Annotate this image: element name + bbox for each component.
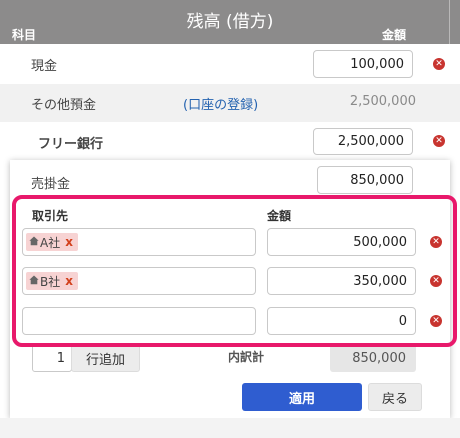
highlight-frame (12, 195, 457, 347)
account-column-header: 科目 (12, 28, 37, 42)
amount-column-header: 金額 (382, 28, 407, 42)
account-row-free-bank: フリー銀行 2,500,000 ✕ (0, 122, 460, 160)
add-row-count-input[interactable]: 1 (32, 344, 72, 372)
bottom-strip (0, 418, 460, 438)
receivable-amount-input[interactable]: 850,000 (317, 166, 413, 194)
account-label: フリー銀行 (38, 137, 104, 152)
subtotal-label: 内訳計 (228, 350, 265, 364)
delete-row-icon[interactable]: ✕ (433, 135, 445, 147)
account-row-cash: 現金 100,000 ✕ (0, 44, 460, 84)
add-row-button[interactable]: 行追加 (71, 344, 140, 372)
table-header: 残高 (借方) 科目 金額 (0, 0, 460, 44)
other-deposits-total: 2,500,000 (349, 94, 416, 109)
register-account-link[interactable]: (口座の登録) (183, 94, 258, 113)
account-label: 現金 (31, 59, 58, 74)
subtotal-value: 850,000 (330, 344, 416, 372)
apply-button[interactable]: 適用 (242, 383, 362, 411)
header-divider (449, 0, 450, 44)
account-label: その他預金 (31, 98, 97, 113)
cash-amount-input[interactable]: 100,000 (313, 50, 413, 78)
account-label-receivable: 売掛金 (31, 177, 71, 192)
delete-row-icon[interactable]: ✕ (433, 58, 445, 70)
account-row-other-deposits: その他預金 (口座の登録) 2,500,000 (0, 84, 460, 122)
free-bank-amount-input[interactable]: 2,500,000 (313, 128, 413, 155)
back-button[interactable]: 戻る (368, 383, 422, 411)
